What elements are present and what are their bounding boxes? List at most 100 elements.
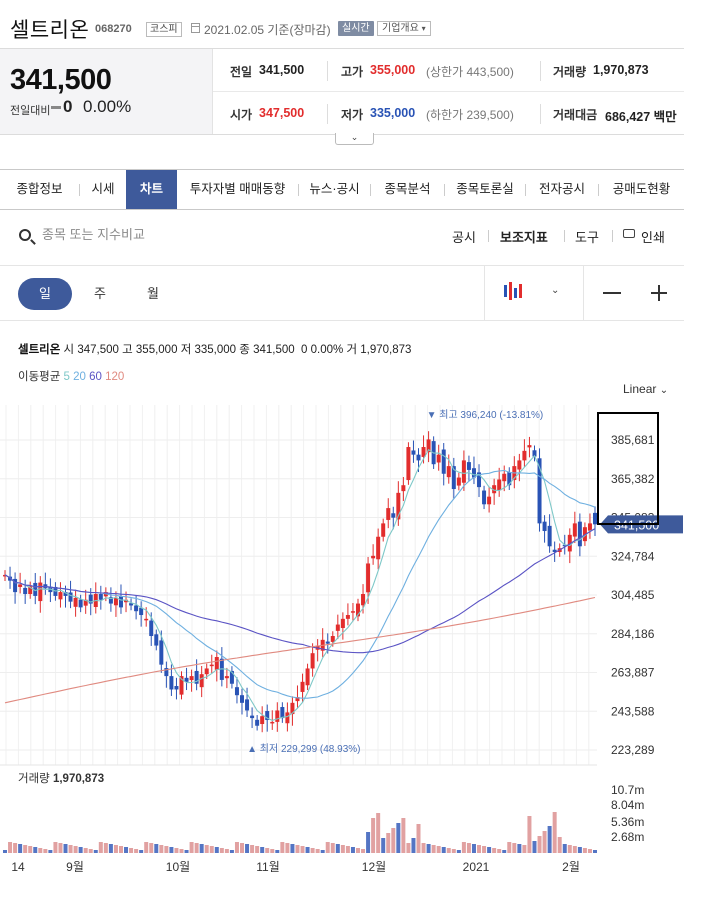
volume-bar bbox=[234, 842, 239, 853]
x-tick-label: 10월 bbox=[166, 860, 190, 874]
volume-bar bbox=[421, 843, 426, 853]
volume-bar bbox=[129, 848, 134, 853]
volume-bar bbox=[28, 846, 33, 853]
volume-bar bbox=[159, 845, 164, 853]
candle-body bbox=[199, 674, 204, 688]
volume-bar bbox=[8, 842, 13, 853]
volume-bar bbox=[335, 844, 340, 853]
volume-bar bbox=[391, 828, 396, 853]
last-price-label: 341,500 bbox=[614, 518, 659, 532]
volume-bar bbox=[547, 826, 552, 853]
volume-bar bbox=[567, 845, 572, 853]
x-tick-label: 11월 bbox=[256, 860, 280, 874]
volume-tick-label: 2.68m bbox=[611, 830, 644, 844]
volume-bar bbox=[456, 850, 461, 853]
candle-body bbox=[401, 485, 406, 492]
volume-bar bbox=[265, 848, 270, 853]
candle-body bbox=[118, 596, 123, 608]
volume-bar bbox=[68, 845, 73, 853]
volume-bar bbox=[250, 845, 255, 853]
volume-bar bbox=[320, 850, 325, 853]
volume-bar bbox=[572, 846, 577, 853]
volume-bar bbox=[124, 847, 129, 853]
volume-bar bbox=[517, 844, 522, 853]
volume-bar bbox=[401, 818, 406, 853]
volume-bar bbox=[245, 844, 250, 853]
volume-bar bbox=[305, 847, 310, 853]
volume-bar bbox=[118, 846, 123, 853]
candle-body bbox=[134, 605, 139, 612]
volume-bar bbox=[174, 848, 179, 853]
volume-bar bbox=[512, 843, 517, 853]
volume-bar bbox=[209, 846, 214, 853]
candle-body bbox=[250, 715, 255, 719]
volume-bar bbox=[315, 849, 320, 853]
volume-bar bbox=[587, 849, 592, 853]
candle-body bbox=[497, 479, 502, 491]
volume-bar bbox=[471, 844, 476, 853]
y-tick-label: 263,887 bbox=[611, 666, 655, 680]
ma5-line bbox=[4, 448, 596, 721]
candle-body bbox=[209, 664, 214, 667]
volume-bar bbox=[411, 838, 416, 853]
volume-bar bbox=[78, 847, 83, 853]
y-tick-label: 365,382 bbox=[611, 472, 655, 486]
volume-bar bbox=[502, 850, 507, 853]
max-price-marker: ▼ 최고 396,240 (-13.81%) bbox=[427, 409, 544, 421]
volume-bar bbox=[139, 850, 144, 853]
candle-body bbox=[305, 668, 310, 686]
candle-body bbox=[487, 496, 492, 505]
volume-title-label: 거래량 bbox=[18, 773, 50, 785]
volume-bar bbox=[436, 846, 441, 853]
volume-bar bbox=[33, 847, 38, 853]
volume-bar bbox=[83, 848, 88, 853]
volume-bar bbox=[446, 848, 451, 853]
volume-bar bbox=[426, 844, 431, 853]
volume-bar bbox=[532, 841, 537, 853]
candle-body bbox=[18, 584, 23, 587]
volume-bar bbox=[219, 848, 224, 853]
candle-body bbox=[234, 687, 239, 696]
volume-bar bbox=[431, 845, 436, 853]
min-price-marker: ▲ 최저 229,299 (48.93%) bbox=[247, 743, 360, 755]
volume-tick-label: 10.7m bbox=[611, 783, 644, 797]
candle-body bbox=[68, 592, 73, 602]
volume-bar bbox=[441, 847, 446, 853]
candle-body bbox=[144, 618, 149, 621]
volume-title: 거래량 1,970,873 bbox=[18, 770, 104, 786]
candle-body bbox=[482, 490, 487, 505]
x-tick-label: 9월 bbox=[66, 860, 84, 874]
candle-body bbox=[376, 536, 381, 560]
candle-body bbox=[240, 695, 245, 703]
volume-bar bbox=[340, 845, 345, 853]
x-tick-label: 2021 bbox=[463, 860, 490, 874]
candle-body bbox=[58, 592, 63, 600]
volume-bar bbox=[477, 845, 482, 853]
volume-bar bbox=[376, 813, 381, 853]
volume-bar bbox=[371, 818, 376, 853]
volume-bar bbox=[240, 843, 245, 853]
volume-bar bbox=[260, 847, 265, 853]
volume-bar bbox=[169, 847, 174, 853]
candle-body bbox=[366, 563, 371, 593]
candle-body bbox=[361, 594, 366, 606]
volume-bar bbox=[290, 844, 295, 853]
price-chart[interactable]: 385,681365,382345,083324,784304,485284,1… bbox=[0, 0, 701, 911]
volume-bar bbox=[18, 844, 23, 853]
volume-bar bbox=[3, 850, 7, 853]
candle-body bbox=[38, 582, 43, 602]
volume-title-value: 1,970,873 bbox=[52, 773, 105, 785]
candle-body bbox=[300, 681, 305, 692]
volume-bar bbox=[522, 845, 527, 853]
volume-bar bbox=[280, 842, 285, 853]
volume-tick-label: 5.36m bbox=[611, 815, 644, 829]
volume-bar bbox=[345, 846, 350, 853]
volume-bar bbox=[229, 850, 234, 853]
volume-bar bbox=[199, 844, 204, 853]
candle-body bbox=[350, 611, 355, 613]
volume-bar bbox=[48, 850, 53, 853]
volume-bar bbox=[577, 847, 582, 853]
candle-body bbox=[270, 721, 275, 724]
candle-body bbox=[280, 707, 285, 719]
volume-bar bbox=[466, 843, 471, 853]
